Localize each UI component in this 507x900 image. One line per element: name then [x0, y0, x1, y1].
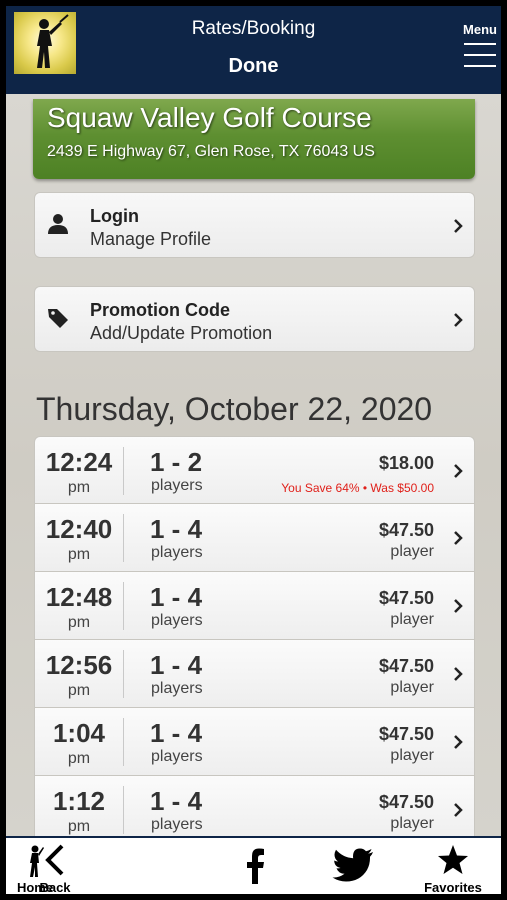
tee-time-row[interactable]: 1:04 pm 1 - 4 players $47.50 player: [34, 708, 475, 776]
course-address: 2439 E Highway 67, Glen Rose, TX 76043 U…: [47, 143, 375, 160]
price: $47.50: [378, 656, 434, 676]
players-label: players: [151, 680, 203, 697]
promotion-card[interactable]: Promotion Code Add/Update Promotion: [34, 286, 475, 352]
tee-time: 1:12: [52, 786, 106, 816]
tee-time-row[interactable]: 1:12 pm 1 - 4 players $47.50 player: [34, 776, 475, 844]
price: $47.50: [378, 724, 434, 744]
price: $47.50: [378, 588, 434, 608]
tee-ampm: pm: [67, 546, 91, 563]
tag-icon: [48, 309, 68, 328]
price-unit: player: [390, 679, 434, 696]
players-label: players: [151, 544, 203, 561]
chevron-right-icon: [454, 803, 463, 817]
divider: [123, 786, 124, 834]
price: $47.50: [378, 792, 434, 812]
twitter-button[interactable]: [324, 838, 382, 894]
players-label: players: [151, 816, 203, 833]
chevron-right-icon: [454, 464, 463, 478]
player-range: 1 - 4: [150, 582, 203, 612]
app-header: Rates/Booking Done Menu: [6, 6, 501, 94]
player-range: 1 - 4: [150, 786, 203, 816]
savings-text: You Save 64% • Was $50.00: [281, 481, 434, 495]
home-button[interactable]: Home: [6, 838, 64, 894]
login-subtitle: Manage Profile: [90, 229, 212, 249]
player-range: 1 - 4: [150, 514, 203, 544]
tee-time-list: 12:24 pm 1 - 2 players $18.00 You Save 6…: [34, 436, 475, 844]
favorites-label: Favorites: [424, 880, 482, 894]
login-title: Login: [90, 206, 139, 226]
facebook-icon: [247, 848, 264, 884]
chevron-right-icon: [454, 735, 463, 749]
home-label: Home: [16, 880, 54, 894]
hamburger-icon: [461, 43, 499, 67]
tee-ampm: pm: [67, 750, 91, 767]
course-name: Squaw Valley Golf Course: [47, 102, 372, 133]
tee-time: 1:04: [52, 718, 106, 748]
player-range: 1 - 4: [150, 650, 203, 680]
price-unit: player: [390, 747, 434, 764]
done-button[interactable]: Done: [6, 55, 501, 78]
tee-time-row[interactable]: 12:48 pm 1 - 4 players $47.50 player: [34, 572, 475, 640]
divider: [123, 447, 124, 495]
chevron-right-icon: [454, 219, 463, 233]
tee-time: 12:24: [45, 447, 113, 477]
page-title: Rates/Booking: [191, 18, 316, 39]
tee-ampm: pm: [67, 818, 91, 835]
price: $47.50: [378, 520, 434, 540]
player-range: 1 - 2: [150, 447, 203, 477]
tee-time-row[interactable]: 12:40 pm 1 - 4 players $47.50 player: [34, 504, 475, 572]
price-unit: player: [390, 815, 434, 832]
chevron-right-icon: [454, 531, 463, 545]
players-label: players: [151, 612, 203, 629]
tee-time-row[interactable]: 12:56 pm 1 - 4 players $47.50 player: [34, 640, 475, 708]
promotion-subtitle: Add/Update Promotion: [90, 323, 273, 343]
divider: [123, 514, 124, 562]
chevron-right-icon: [454, 599, 463, 613]
star-icon: [438, 845, 468, 874]
tee-time: 12:56: [45, 650, 113, 680]
facebook-button[interactable]: [226, 838, 284, 894]
price-unit: player: [390, 611, 434, 628]
tee-time-row[interactable]: 12:24 pm 1 - 2 players $18.00 You Save 6…: [34, 436, 475, 504]
course-banner: Squaw Valley Golf Course 2439 E Highway …: [33, 99, 475, 179]
divider: [123, 582, 124, 630]
tee-time: 12:40: [45, 514, 113, 544]
bottom-nav: Back Home Favorites: [6, 836, 501, 894]
menu-label: Menu: [463, 22, 497, 37]
tee-ampm: pm: [67, 479, 91, 496]
favorites-button[interactable]: Favorites: [422, 838, 484, 894]
menu-button[interactable]: Menu: [461, 22, 499, 76]
promotion-title: Promotion Code: [90, 300, 230, 320]
tee-ampm: pm: [67, 614, 91, 631]
person-icon: [48, 214, 68, 234]
date-heading: Thursday, October 22, 2020: [36, 391, 433, 427]
chevron-right-icon: [454, 667, 463, 681]
golfer-icon: [30, 845, 44, 877]
tee-ampm: pm: [67, 682, 91, 699]
chevron-right-icon: [454, 313, 463, 327]
tee-time: 12:48: [45, 582, 113, 612]
players-label: players: [151, 748, 203, 765]
app-screen: Rates/Booking Done Menu Squaw Valley Gol…: [6, 6, 501, 894]
divider: [123, 718, 124, 766]
players-label: players: [151, 477, 203, 494]
player-range: 1 - 4: [150, 718, 203, 748]
twitter-bird-icon: [332, 848, 373, 882]
price-unit: player: [390, 543, 434, 560]
divider: [123, 650, 124, 698]
price: $18.00: [378, 453, 434, 473]
login-card[interactable]: Login Manage Profile: [34, 192, 475, 258]
